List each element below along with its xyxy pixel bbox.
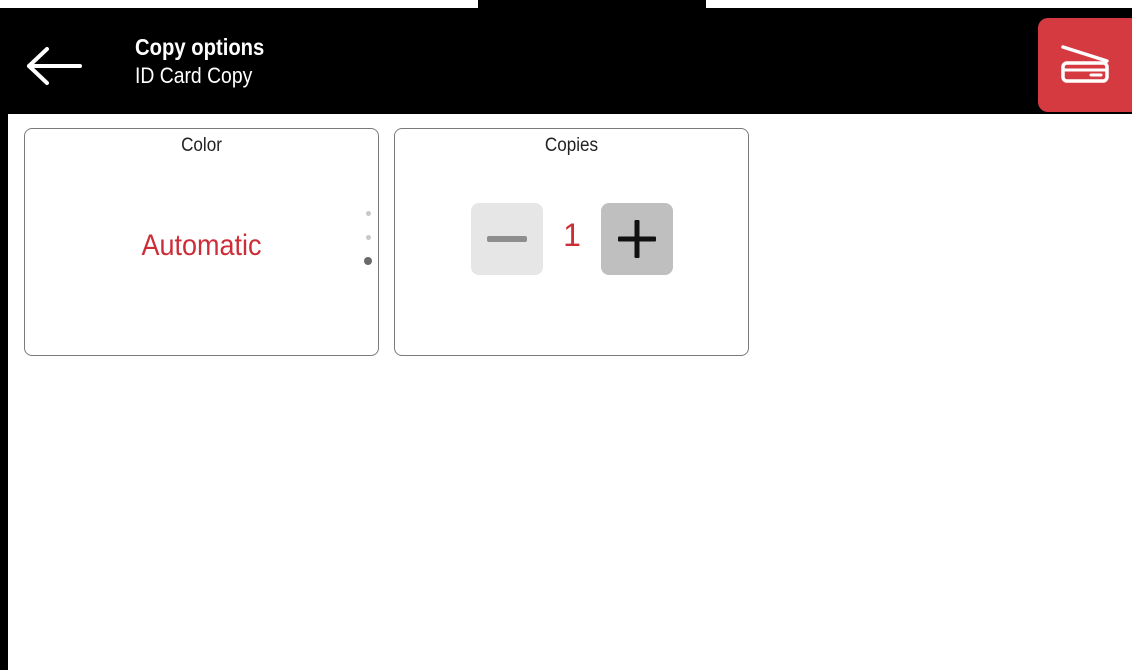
- decrease-copies-button[interactable]: [471, 203, 543, 275]
- copies-stepper: 1: [471, 203, 675, 275]
- left-edge: [0, 114, 8, 670]
- page-subtitle: ID Card Copy: [135, 63, 253, 88]
- minus-icon: [487, 236, 527, 242]
- header-bar: Copy options ID Card Copy: [0, 10, 1132, 114]
- page-indicator: [363, 211, 373, 271]
- copies-card: Copies 1: [394, 128, 749, 356]
- copies-card-title: Copies: [544, 135, 599, 156]
- color-card[interactable]: Color Automatic: [24, 128, 379, 356]
- header-titles: Copy options ID Card Copy: [135, 32, 282, 90]
- scanner-icon: [1061, 45, 1109, 83]
- page-dot: [366, 235, 371, 240]
- increase-copies-button[interactable]: [601, 203, 673, 275]
- page-dot-active: [364, 257, 372, 265]
- color-card-title: Color: [181, 135, 222, 156]
- arrow-left-icon: [27, 47, 82, 85]
- plus-icon: [618, 220, 656, 258]
- copies-value: 1: [563, 217, 581, 253]
- page-title: Copy options: [135, 34, 265, 60]
- top-strip: [0, 0, 1132, 10]
- page-dot: [366, 211, 371, 216]
- copy-options-screen: Copy options ID Card Copy Color Automati…: [0, 0, 1132, 670]
- back-button[interactable]: [22, 34, 86, 98]
- color-value: Automatic: [141, 229, 262, 262]
- scan-button[interactable]: [1038, 18, 1132, 112]
